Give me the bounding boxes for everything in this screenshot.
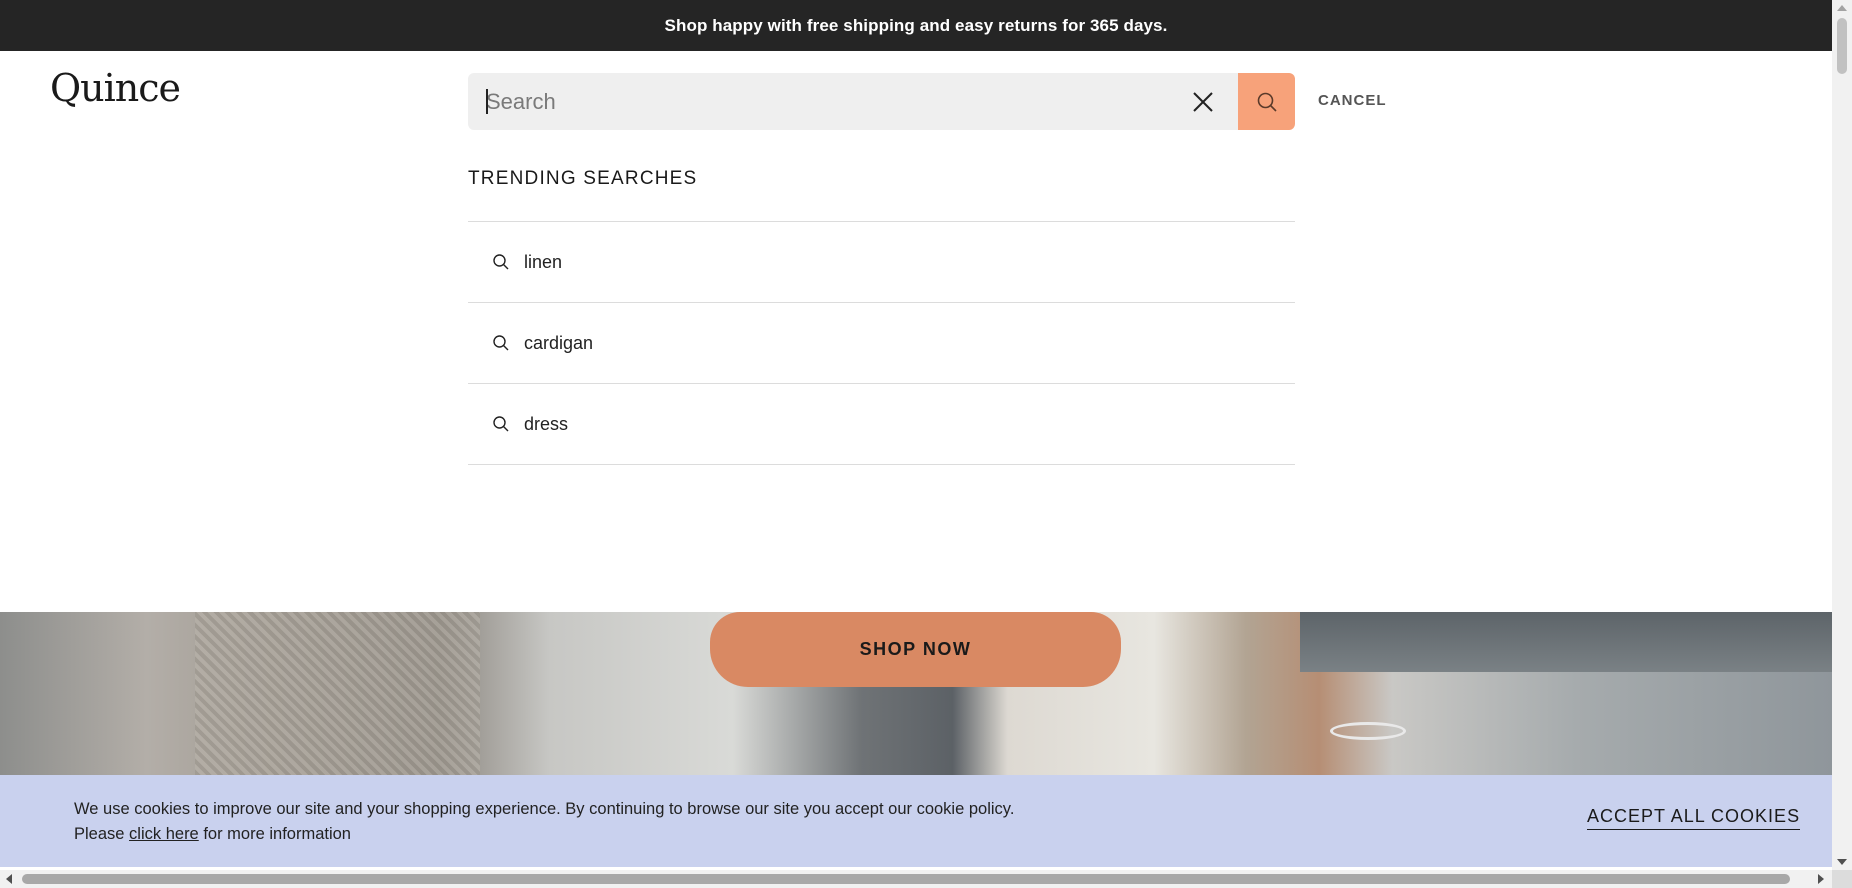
search-icon: [492, 415, 510, 433]
trending-item-cardigan[interactable]: cardigan: [468, 303, 1295, 384]
cookie-line-2-suffix: for more information: [198, 825, 351, 843]
scroll-right-arrow-icon[interactable]: [1818, 874, 1824, 884]
cookie-policy-link[interactable]: click here: [129, 825, 199, 843]
vertical-scrollbar[interactable]: [1832, 0, 1852, 870]
horizontal-scroll-thumb[interactable]: [22, 874, 1790, 884]
cookie-line-2-prefix: Please: [74, 825, 130, 843]
cancel-search-button[interactable]: CANCEL: [1318, 92, 1387, 109]
horizontal-scrollbar[interactable]: [0, 870, 1852, 888]
scroll-up-arrow-icon[interactable]: [1837, 5, 1847, 11]
search-bar: [468, 73, 1295, 130]
scroll-left-arrow-icon[interactable]: [6, 874, 12, 884]
promo-bar: Shop happy with free shipping and easy r…: [0, 0, 1832, 51]
search-icon: [492, 253, 510, 271]
promo-text: Shop happy with free shipping and easy r…: [664, 15, 1168, 35]
hero-knit-blanket: [195, 612, 480, 775]
close-icon: [1193, 92, 1213, 112]
trending-item-dress[interactable]: dress: [468, 384, 1295, 465]
hero-window: [1300, 612, 1832, 672]
cookie-line-2: Please click here for more information: [74, 822, 1014, 847]
search-input[interactable]: [486, 88, 1186, 115]
scrollbar-corner: [1832, 870, 1852, 888]
search-icon: [492, 334, 510, 352]
search-submit-button[interactable]: [1238, 73, 1295, 130]
text-cursor: [486, 89, 488, 114]
scroll-down-arrow-icon[interactable]: [1837, 859, 1847, 865]
trending-item-label: linen: [524, 251, 563, 272]
search-field-container[interactable]: [468, 73, 1238, 130]
trending-item-linen[interactable]: linen: [468, 222, 1295, 303]
cookie-line-1: We use cookies to improve our site and y…: [74, 800, 1015, 818]
cookie-banner: We use cookies to improve our site and y…: [0, 775, 1832, 867]
trending-item-label: cardigan: [524, 332, 594, 353]
search-icon: [1257, 92, 1277, 112]
trending-searches-list: linen cardigan dress: [468, 221, 1295, 465]
quince-logo[interactable]: Quince: [50, 66, 181, 110]
vertical-scroll-thumb[interactable]: [1837, 18, 1847, 74]
accept-all-cookies-button[interactable]: ACCEPT ALL COOKIES: [1587, 806, 1801, 830]
hero-glass: [1330, 722, 1406, 740]
cookie-message: We use cookies to improve our site and y…: [74, 797, 1014, 847]
trending-searches-heading: TRENDING SEARCHES: [468, 168, 698, 189]
trending-item-label: dress: [524, 413, 569, 434]
shop-now-button[interactable]: SHOP NOW: [710, 612, 1121, 687]
clear-search-button[interactable]: [1190, 89, 1216, 115]
